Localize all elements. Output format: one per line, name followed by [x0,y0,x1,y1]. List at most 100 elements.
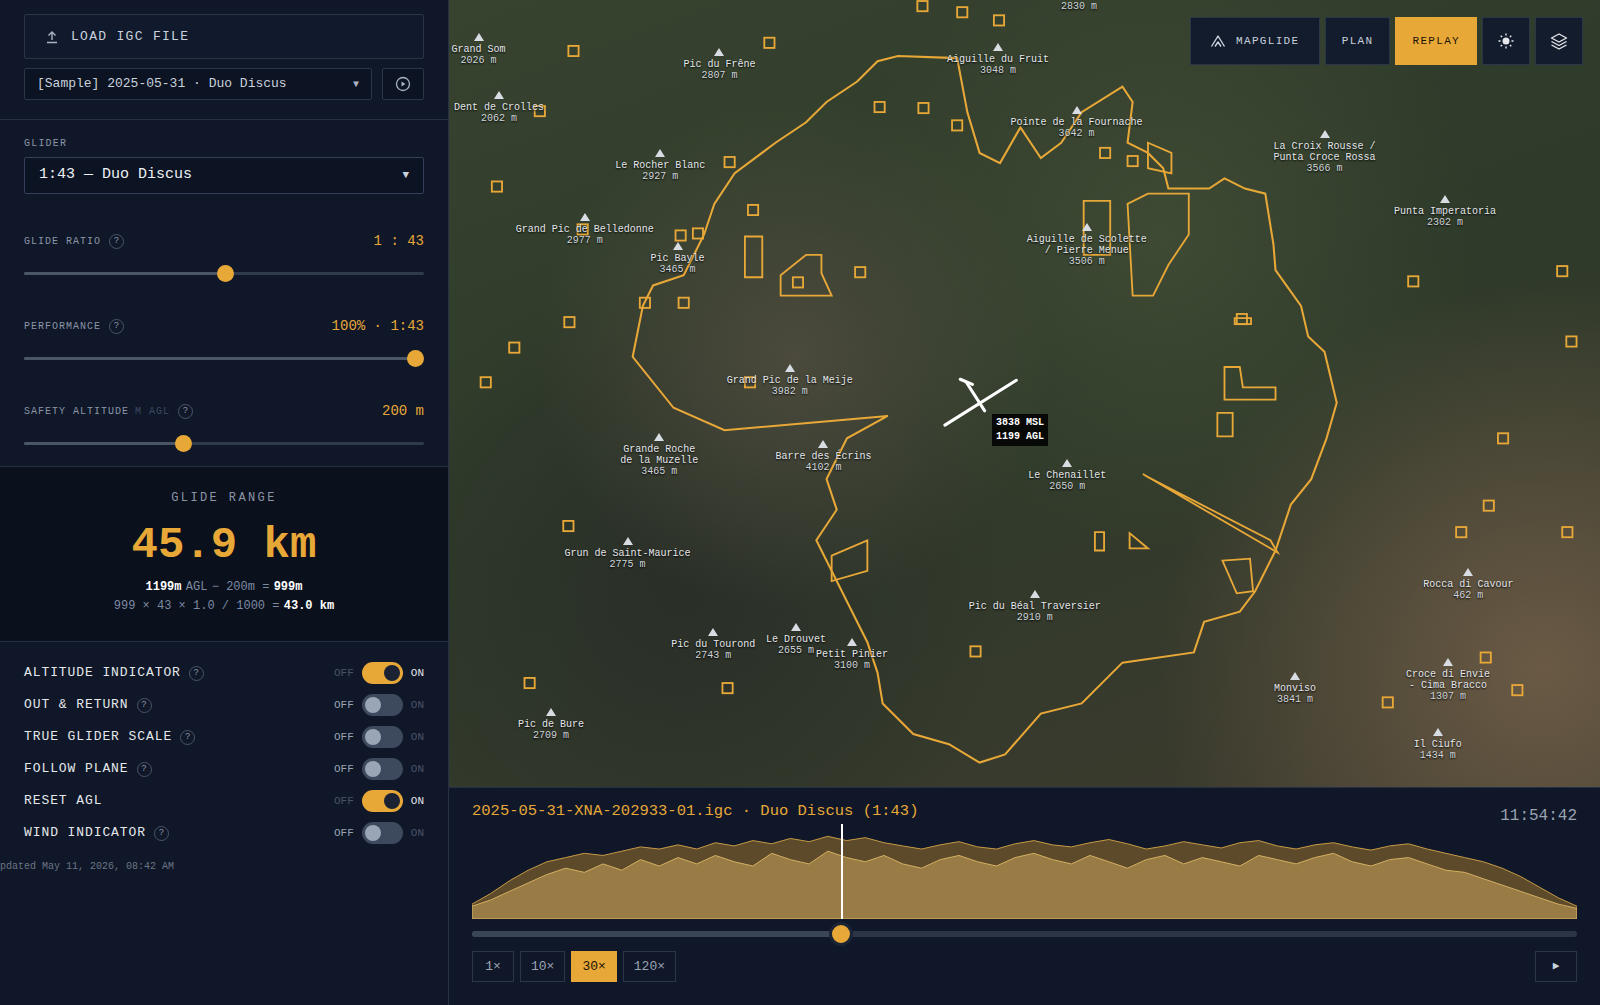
slider[interactable] [24,348,424,368]
map-elevation-label: 2830 m [1061,1,1097,12]
help-icon[interactable]: ? [189,666,204,681]
speed-button[interactable]: 1× [472,951,514,982]
map-peak[interactable]: Barre des Écrins4102 m [775,440,871,473]
peak-icon [1443,658,1453,666]
map-peak[interactable]: Croce di Envie - Cima Bracco1307 m [1406,658,1490,702]
map-peak[interactable]: Grand Pic de Belledonne2977 m [516,213,654,246]
peak-name: Il Ciufo [1414,739,1462,750]
mode-tab[interactable]: REPLAY [1395,17,1477,65]
toggle-switch[interactable] [362,726,403,748]
map-peak[interactable]: La Croix Rousse / Punta Croce Rossa3566 … [1273,130,1375,174]
map-peak[interactable]: Dent de Crolles2062 m [454,91,544,124]
peak-icon [1072,106,1082,114]
glider-select[interactable]: 1:43 — Duo Discus▼ [24,157,424,194]
toggle-switch[interactable] [362,662,403,684]
peak-icon [1440,195,1450,203]
map[interactable]: Grand Som2026 m Dent de Crolles2062 m Pic … [449,0,1600,787]
peak-icon [1320,130,1330,138]
peak-icon [993,43,1003,51]
peak-name: Le Rocher Blanc [615,160,705,171]
load-igc-button[interactable]: LOAD IGC FILE [24,14,424,59]
glider-select-value: 1:43 — Duo Discus [39,164,192,187]
peak-elevation: 2650 m [1049,481,1085,492]
formula-part: 1199m [146,578,182,597]
help-icon[interactable]: ? [137,762,152,777]
peak-icon [655,149,665,157]
play-sample-button[interactable] [382,68,424,100]
glide-range-card: GLIDE RANGE45.9 km1199mAGL− 200m =999m99… [0,466,448,642]
map-peak[interactable]: Monviso3841 m [1274,672,1316,705]
toggle-switch[interactable] [362,790,403,812]
toggle-knob [365,729,381,745]
peak-icon [1290,672,1300,680]
layers-button[interactable] [1535,17,1583,65]
slider-header: GLIDE RATIO?1 : 43 [24,231,424,251]
map-peak[interactable]: Le Chenaillet2650 m [1028,459,1106,492]
map-peak[interactable]: Le Rocher Blanc2927 m [615,149,705,182]
map-peak[interactable]: Pic du Béal Traversier2910 m [969,590,1101,623]
toggle-row: TRUE GLIDER SCALE?OFFON [24,721,424,753]
peak-elevation: 3566 m [1306,163,1342,174]
peak-elevation: 3048 m [980,65,1016,76]
toggle-switch[interactable] [362,758,403,780]
map-peak[interactable]: Grand Pic de la Meije3982 m [727,364,853,397]
slider-label: SAFETY ALTITUDE [24,404,129,419]
map-peak[interactable]: Pic du Frêne2807 m [683,48,755,81]
play-button[interactable]: ▶ [1535,951,1577,982]
peak-icon [1433,728,1443,736]
toggle-switch[interactable] [362,694,403,716]
speed-label: 30× [582,957,605,977]
slider-thumb[interactable] [175,435,192,452]
mapglide-logo-button[interactable]: MAPGLIDE [1190,17,1320,65]
slider-thumb[interactable] [407,350,424,367]
peak-icon [580,213,590,221]
theme-toggle-button[interactable] [1482,17,1530,65]
speed-button[interactable]: 10× [520,951,565,982]
toggle-switch[interactable] [362,822,403,844]
help-icon[interactable]: ? [109,319,124,334]
glider-agl: 1199 AGL [996,430,1044,444]
peak-elevation: 2026 m [461,55,497,66]
toggle-list: ALTITUDE INDICATOR?OFFONOUT & RETURN?OFF… [0,642,448,849]
replay-scrubber[interactable] [472,922,1577,946]
peak-icon [785,364,795,372]
help-icon[interactable]: ? [137,698,152,713]
slider[interactable] [24,433,424,453]
glide-formula: 999 × 43 × 1.0 / 1000 =43.0 km [114,597,334,616]
map-peak[interactable]: Pointe de la Fournache3642 m [1011,106,1143,139]
map-peak[interactable]: Grande Roche de la Muzelle3465 m [620,433,698,477]
slider[interactable] [24,263,424,283]
map-peak[interactable]: Punta Imperatoria2302 m [1394,195,1496,228]
slider-thumb[interactable] [217,265,234,282]
toggle-control: OFFON [334,822,424,844]
help-icon[interactable]: ? [109,234,124,249]
altitude-series [472,836,1577,919]
updated-timestamp: pdated May 11, 2026, 08:42 AM [0,859,448,875]
peak-elevation: 4102 m [805,462,841,473]
layers-icon [1549,31,1569,51]
help-icon[interactable]: ? [180,730,195,745]
map-peak[interactable]: Il Ciufo1434 m [1414,728,1462,761]
map-peak[interactable]: Grand Som2026 m [452,33,506,66]
map-peak[interactable]: Grun de Saint-Maurice2775 m [565,537,691,570]
mode-tab[interactable]: PLAN [1325,17,1391,65]
map-peak[interactable]: Rocca di Cavour462 m [1423,568,1513,601]
toggle-on-label: ON [411,729,424,746]
map-peak[interactable]: Pic du Tourond2743 m [671,628,755,661]
flight-select[interactable]: [Sample] 2025-05-31 · Duo Discus▼ [24,68,372,100]
speed-button[interactable]: 120× [623,951,676,982]
speed-button[interactable]: 30× [571,951,616,982]
map-peak[interactable]: Pic Bayle3465 m [651,242,705,275]
map-peak[interactable]: Aiguille du Fruit3048 m [947,43,1049,76]
help-icon[interactable]: ? [154,826,169,841]
help-icon[interactable]: ? [178,404,193,419]
map-peak[interactable]: Aiguille de Scolette / Pierre Menue3506 … [1027,223,1147,267]
altitude-chart[interactable] [472,830,1577,919]
toggle-on-label: ON [411,697,424,714]
map-peak[interactable]: Pic de Bure2709 m [518,708,584,741]
map-peak[interactable]: Petit Pinier3100 m [816,638,888,671]
peak-name: Aiguille du Fruit [947,54,1049,65]
peak-icon [714,48,724,56]
upload-icon [45,30,59,44]
scrubber-thumb[interactable] [829,922,853,946]
